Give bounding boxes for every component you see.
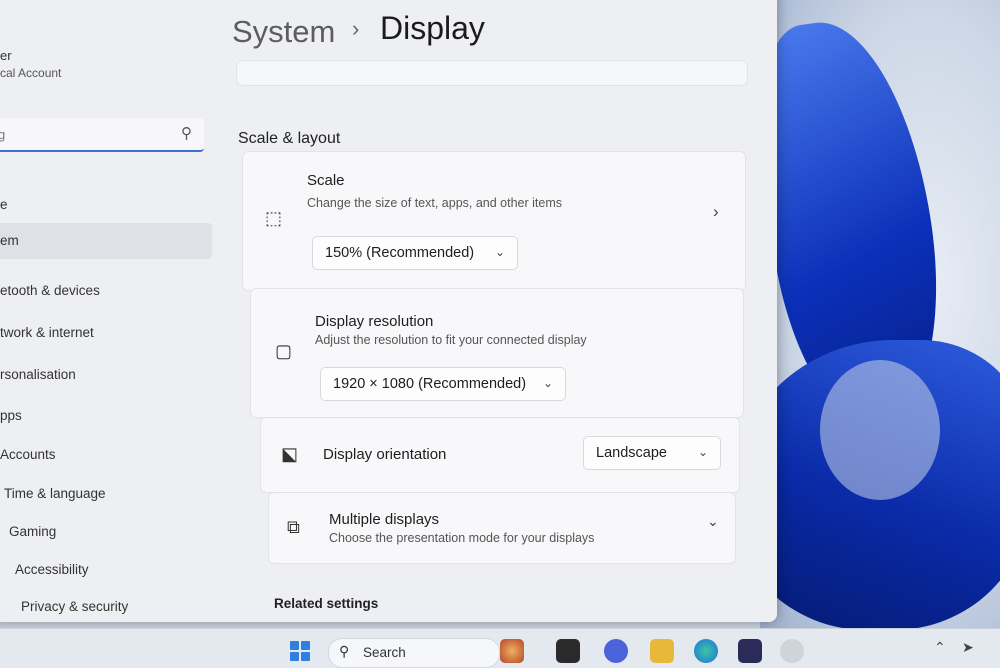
scale-subtitle: Change the size of text, apps, and other… xyxy=(307,196,563,210)
sidebar-item-time-language[interactable]: Time & language xyxy=(0,476,212,512)
scale-icon: ⬚ xyxy=(265,208,283,228)
taskbar-search-label: Search xyxy=(363,645,406,660)
edge-browser-icon[interactable] xyxy=(694,639,718,663)
chat-icon[interactable] xyxy=(604,639,628,663)
scale-value: 150% (Recommended) xyxy=(325,245,475,261)
resolution-value: 1920 × 1080 (Recommended) xyxy=(333,376,527,392)
sidebar-item-privacy-security[interactable]: Privacy & security xyxy=(0,589,212,622)
settings-search-input[interactable]: g ⚲ xyxy=(0,118,204,152)
previous-setting-card[interactable] xyxy=(236,60,748,86)
sidebar-item-network-internet[interactable]: twork & internet xyxy=(0,315,212,351)
resolution-dropdown[interactable]: 1920 × 1080 (Recommended) ⌄ xyxy=(320,367,566,401)
scale-title: Scale xyxy=(307,172,345,189)
multiple-displays-title: Multiple displays xyxy=(329,511,440,528)
scale-dropdown[interactable]: 150% (Recommended) ⌄ xyxy=(312,236,518,270)
breadcrumb-separator: › xyxy=(352,16,360,41)
resolution-title: Display resolution xyxy=(315,313,434,330)
multiple-displays-card[interactable]: ⧉ Multiple displays Choose the presentat… xyxy=(268,492,736,564)
settings-window: er cal Account g ⚲ e em etooth & devices… xyxy=(0,0,777,622)
chevron-down-icon[interactable]: ⌄ xyxy=(707,513,719,530)
breadcrumb-system[interactable]: System xyxy=(232,14,335,50)
search-icon: ⚲ xyxy=(181,125,192,142)
sidebar-item-system[interactable]: em xyxy=(0,223,212,259)
sidebar-item-accessibility[interactable]: Accessibility xyxy=(0,552,212,588)
orientation-icon: ⬕ xyxy=(281,444,299,464)
multiple-displays-icon: ⧉ xyxy=(287,517,300,537)
wallpaper-highlight xyxy=(820,360,940,500)
orientation-value: Landscape xyxy=(596,445,667,461)
sidebar-item-home[interactable]: e xyxy=(0,187,212,223)
settings-gear-icon[interactable] xyxy=(780,639,804,663)
sidebar-item-personalisation[interactable]: rsonalisation xyxy=(0,357,212,393)
page-title: Display xyxy=(380,10,485,46)
search-icon: ⚲ xyxy=(339,643,350,659)
taskbar: ⚲ Search ⌃ ➤ xyxy=(0,628,1000,668)
sidebar: er cal Account g ⚲ e em etooth & devices… xyxy=(0,0,218,622)
sidebar-item-apps[interactable]: pps xyxy=(0,398,212,434)
related-settings-heading: Related settings xyxy=(274,596,379,611)
chevron-down-icon: ⌄ xyxy=(697,445,708,459)
taskbar-search[interactable]: ⚲ Search xyxy=(328,638,500,668)
search-placeholder: g xyxy=(0,127,6,142)
chevron-down-icon: ⌄ xyxy=(542,376,553,390)
orientation-dropdown[interactable]: Landscape ⌄ xyxy=(583,436,721,470)
store-icon[interactable] xyxy=(738,639,762,663)
chevron-right-icon[interactable]: › xyxy=(713,202,719,222)
chevron-up-icon[interactable]: ⌃ xyxy=(934,639,946,656)
sidebar-item-gaming[interactable]: Gaming xyxy=(0,514,212,550)
resolution-subtitle: Adjust the resolution to fit your connec… xyxy=(315,333,587,347)
chevron-down-icon: ⌄ xyxy=(494,245,505,259)
start-button[interactable] xyxy=(290,641,310,661)
multiple-displays-subtitle: Choose the presentation mode for your di… xyxy=(329,531,595,545)
scale-card[interactable]: ⬚ Scale Change the size of text, apps, a… xyxy=(242,151,746,291)
display-resolution-card: ▢ Display resolution Adjust the resoluti… xyxy=(250,288,744,418)
location-icon: ➤ xyxy=(962,639,974,655)
display-orientation-card: ⬕ Display orientation Landscape ⌄ xyxy=(260,417,740,493)
desktop-wallpaper xyxy=(760,0,1000,630)
profile-account-type: cal Account xyxy=(0,66,62,80)
sidebar-item-accounts[interactable]: Accounts xyxy=(0,437,212,473)
file-explorer-icon[interactable] xyxy=(650,639,674,663)
profile-name: er xyxy=(0,48,12,63)
resolution-icon: ▢ xyxy=(275,341,293,361)
task-view-icon[interactable] xyxy=(556,639,580,663)
widgets-icon[interactable] xyxy=(500,639,524,663)
section-title: Scale & layout xyxy=(238,130,341,147)
orientation-title: Display orientation xyxy=(323,446,447,463)
sidebar-item-bluetooth-devices[interactable]: etooth & devices xyxy=(0,273,212,309)
